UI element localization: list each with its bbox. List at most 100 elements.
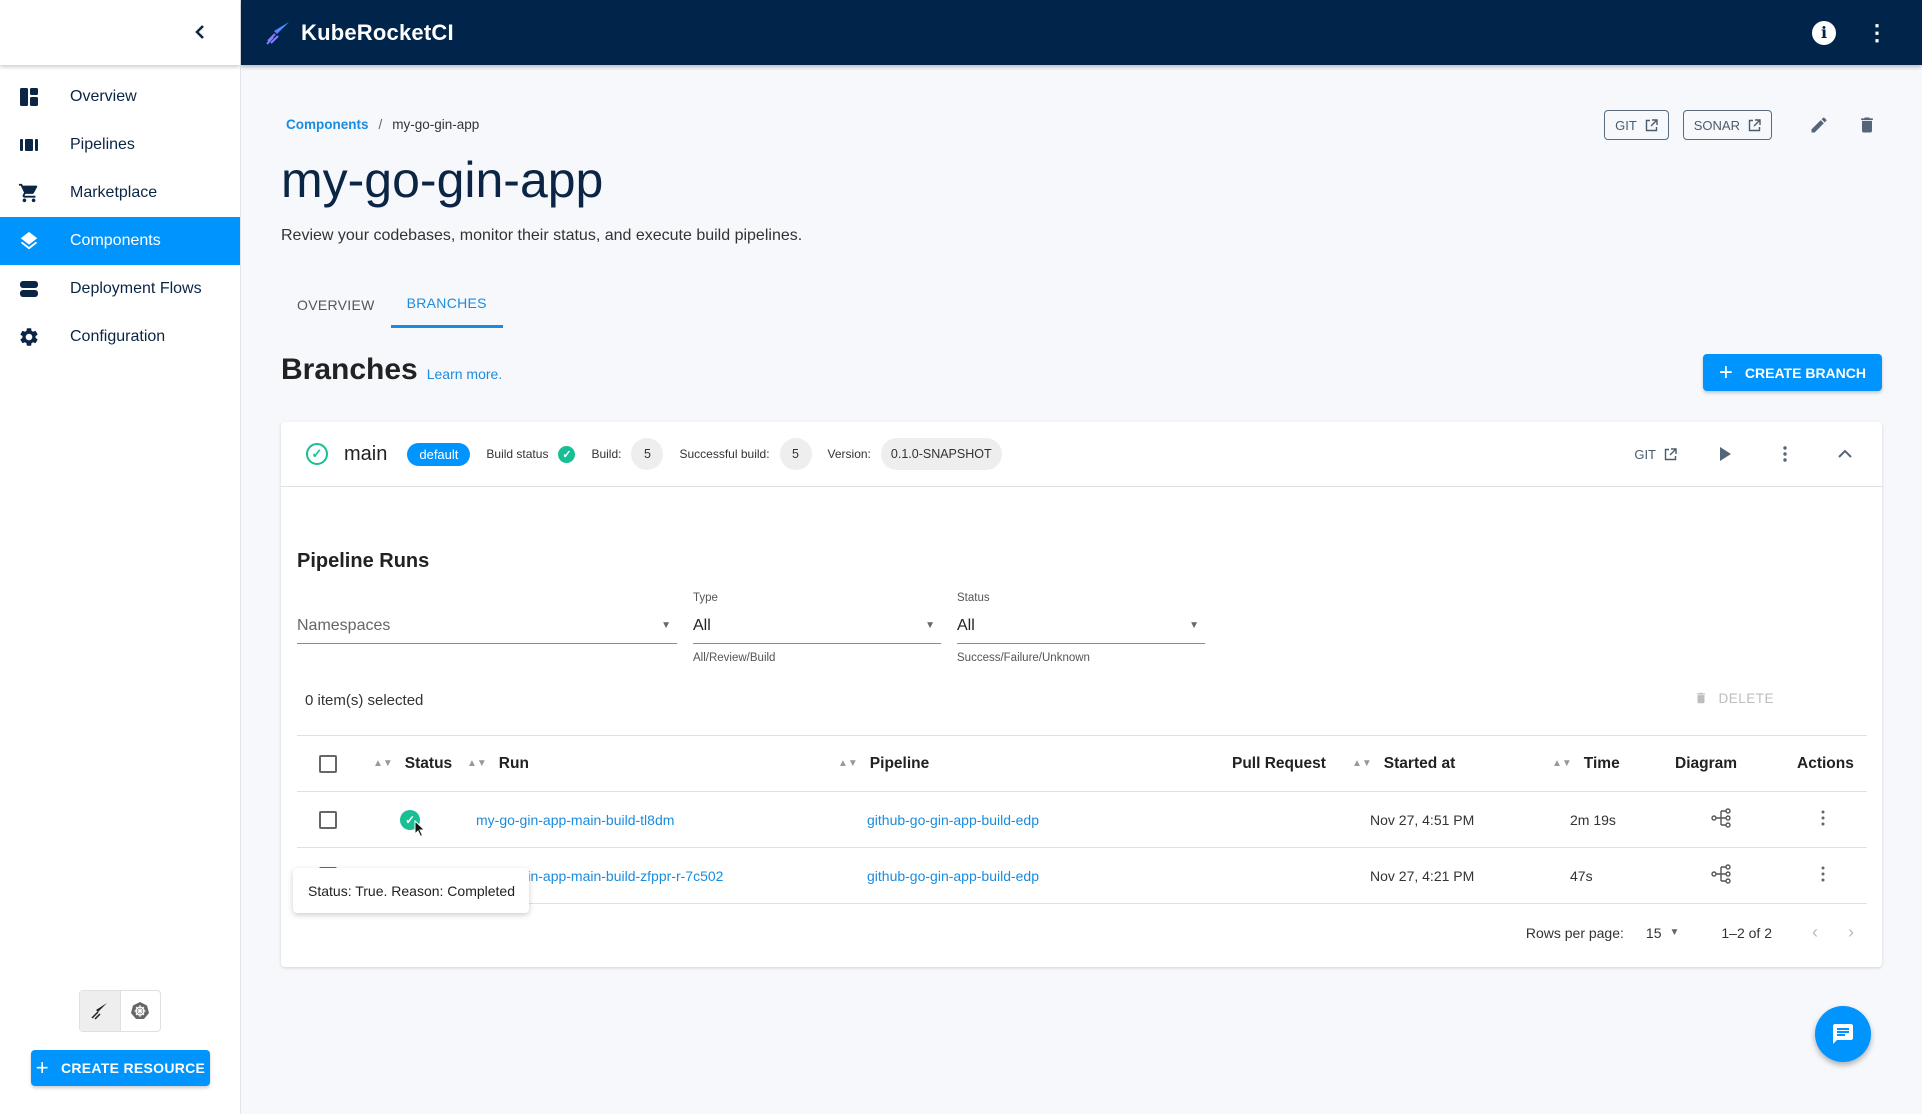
collapse-branch-button[interactable] bbox=[1833, 449, 1857, 459]
sidebar-item-marketplace[interactable]: Marketplace bbox=[0, 169, 240, 217]
status-filter[interactable]: Status All ▼ Success/Failure/Unknown bbox=[957, 592, 1205, 664]
delete-runs-button[interactable]: DELETE bbox=[1694, 690, 1774, 706]
sidebar-item-label: Marketplace bbox=[70, 184, 158, 201]
sonar-link-button[interactable]: SONAR bbox=[1682, 110, 1772, 140]
git-label: GIT bbox=[1634, 446, 1656, 462]
chat-fab-button[interactable] bbox=[1815, 1006, 1871, 1062]
external-link-icon bbox=[1645, 118, 1658, 131]
column-started-at[interactable]: ▲▼ Started at bbox=[1352, 755, 1455, 773]
diagram-button[interactable] bbox=[1711, 807, 1733, 832]
next-page-button[interactable]: › bbox=[1848, 922, 1854, 943]
page-title: my-go-gin-app bbox=[281, 152, 604, 208]
branches-heading: Branches Learn more. bbox=[281, 353, 502, 387]
diagram-button[interactable] bbox=[1711, 863, 1733, 888]
app-name: KubeRocketCI bbox=[301, 19, 454, 45]
delete-component-button[interactable] bbox=[1852, 110, 1882, 140]
row-actions-button[interactable] bbox=[1821, 810, 1825, 829]
pipeline-link[interactable]: github-go-gin-app-build-edp bbox=[867, 812, 1039, 828]
version-label: Version: bbox=[827, 447, 871, 461]
sidebar-item-overview[interactable]: Overview bbox=[0, 73, 240, 121]
gear-icon bbox=[18, 326, 40, 348]
sonar-label: SONAR bbox=[1693, 117, 1740, 133]
status-select[interactable]: All ▼ bbox=[957, 608, 1205, 644]
breadcrumb-current: my-go-gin-app bbox=[392, 117, 480, 132]
dashboard-icon bbox=[18, 86, 40, 108]
column-pipeline[interactable]: ▲▼ Pipeline bbox=[838, 755, 929, 773]
row-checkbox[interactable] bbox=[319, 810, 337, 829]
mouse-cursor-icon bbox=[414, 820, 426, 838]
column-label: Status bbox=[404, 754, 453, 772]
edit-button[interactable] bbox=[1804, 110, 1834, 140]
more-menu-icon[interactable]: ⋮ bbox=[1866, 21, 1888, 44]
run-link[interactable]: my-go-gin-app-main-build-tl8dm bbox=[476, 812, 674, 828]
select-all-checkbox[interactable] bbox=[319, 754, 337, 773]
app-logo[interactable]: KubeRocketCI bbox=[265, 20, 454, 46]
type-filter[interactable]: Type All ▼ All/Review/Build bbox=[693, 592, 941, 664]
row-actions-button[interactable] bbox=[1821, 866, 1825, 885]
column-actions: Actions bbox=[1797, 755, 1854, 773]
branch-actions-button[interactable] bbox=[1773, 446, 1797, 462]
kubernetes-mode-button[interactable] bbox=[121, 991, 161, 1031]
sort-icon: ▲▼ bbox=[838, 757, 858, 769]
kebab-icon bbox=[1783, 446, 1787, 462]
git-label: GIT bbox=[1615, 117, 1637, 133]
build-status-label: Build status bbox=[486, 447, 549, 461]
breadcrumb-components-link[interactable]: Components bbox=[286, 117, 369, 132]
rows-per-page-label: Rows per page: bbox=[1525, 924, 1624, 941]
pencil-icon bbox=[1811, 117, 1827, 133]
namespaces-filter[interactable]: Namespaces ▼ bbox=[297, 592, 677, 644]
rocket-logo-icon bbox=[266, 21, 289, 45]
pipeline-runs-title: Pipeline Runs bbox=[297, 550, 430, 572]
branch-card: ✓ main default Build status ✓ Build: 5 S… bbox=[281, 422, 1882, 967]
pipelines-icon bbox=[18, 134, 40, 156]
pagination: Rows per page: 15 ▼ 1–2 of 2 ‹ › bbox=[1526, 922, 1854, 943]
type-filter-label: Type bbox=[693, 592, 718, 604]
collapse-sidebar-button[interactable] bbox=[194, 20, 206, 46]
learn-more-link[interactable]: Learn more. bbox=[427, 366, 502, 382]
deployment-flows-icon bbox=[18, 278, 40, 300]
type-select[interactable]: All ▼ bbox=[693, 608, 941, 644]
page-actions: GIT SONAR bbox=[1604, 110, 1882, 140]
branch-git-link[interactable]: GIT bbox=[1634, 447, 1677, 462]
diagram-icon bbox=[1711, 864, 1731, 884]
git-link-button[interactable]: GIT bbox=[1604, 110, 1669, 140]
table-row: my-go-gin-app-main-build-zfppr-r-7c502 g… bbox=[297, 848, 1867, 904]
column-pull-request: Pull Request bbox=[1232, 755, 1326, 773]
previous-page-button[interactable]: ‹ bbox=[1812, 922, 1818, 943]
column-run[interactable]: ▲▼ Run bbox=[467, 755, 529, 773]
cart-icon bbox=[18, 182, 40, 204]
run-build-button[interactable] bbox=[1713, 446, 1737, 462]
sidebar-item-deployment-flows[interactable]: Deployment Flows bbox=[0, 265, 240, 313]
sidebar-item-pipelines[interactable]: Pipelines bbox=[0, 121, 240, 169]
tab-branches[interactable]: BRANCHES bbox=[390, 281, 503, 328]
create-resource-button[interactable]: + CREATE RESOURCE bbox=[31, 1050, 210, 1086]
column-label: Pull Request bbox=[1232, 754, 1326, 772]
sort-icon: ▲▼ bbox=[1352, 757, 1372, 769]
column-time[interactable]: ▲▼ Time bbox=[1552, 755, 1620, 773]
create-branch-button[interactable]: + CREATE BRANCH bbox=[1702, 354, 1882, 391]
plus-icon: + bbox=[1718, 358, 1733, 386]
sidebar-item-label: Overview bbox=[70, 88, 137, 105]
namespaces-select[interactable]: Namespaces ▼ bbox=[297, 608, 677, 644]
diagram-icon bbox=[1711, 808, 1731, 828]
sidebar-bottom: + CREATE RESOURCE bbox=[0, 974, 240, 1114]
branch-card-header[interactable]: ✓ main default Build status ✓ Build: 5 S… bbox=[281, 422, 1882, 487]
breadcrumb: Components / my-go-gin-app bbox=[286, 117, 479, 132]
column-status[interactable]: ▲▼ Status bbox=[373, 755, 452, 773]
table-row: ✓ my-go-gin-app-main-build-tl8dm github-… bbox=[297, 792, 1867, 848]
tab-overview[interactable]: OVERVIEW bbox=[281, 281, 391, 328]
branches-title: Branches bbox=[281, 353, 418, 386]
sort-icon: ▲▼ bbox=[373, 757, 393, 769]
sidebar-item-components[interactable]: Components bbox=[0, 217, 240, 265]
sidebar: Overview Pipelines Marketplace Component… bbox=[0, 0, 241, 1114]
duration-cell: 47s bbox=[1570, 867, 1593, 884]
sidebar-item-label: Configuration bbox=[70, 328, 166, 345]
status-tooltip: Status: True. Reason: Completed bbox=[293, 868, 529, 913]
rows-per-page-select[interactable]: 15 ▼ bbox=[1646, 925, 1679, 941]
rocket-mode-button[interactable] bbox=[80, 991, 121, 1031]
mode-toggle bbox=[79, 990, 161, 1032]
info-icon[interactable]: i bbox=[1812, 20, 1836, 45]
sidebar-item-configuration[interactable]: Configuration bbox=[0, 313, 240, 361]
pipeline-link[interactable]: github-go-gin-app-build-edp bbox=[867, 868, 1039, 884]
column-label: Run bbox=[498, 754, 529, 772]
